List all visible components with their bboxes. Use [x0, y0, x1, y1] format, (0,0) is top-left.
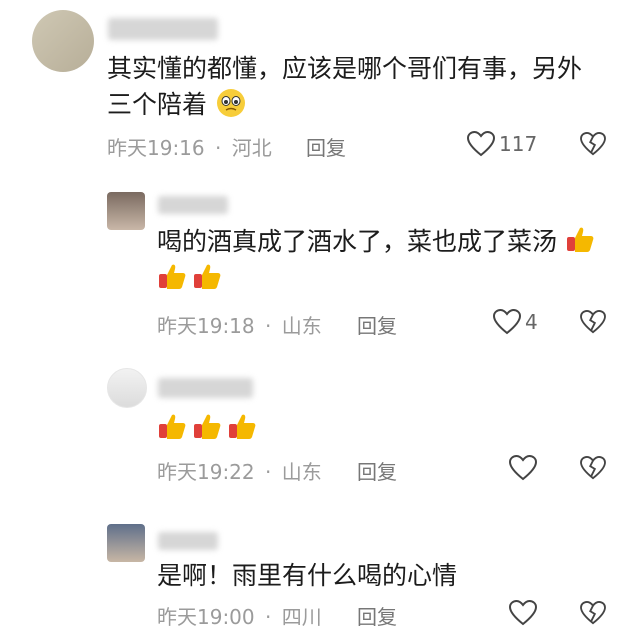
comment-time: 昨天19:18: [157, 314, 255, 338]
comment-time: 昨天19:00: [157, 605, 255, 629]
reply-button[interactable]: 回复: [357, 601, 397, 630]
like-count: 117: [499, 132, 538, 156]
like-button[interactable]: 4: [493, 309, 538, 335]
heart-icon: [509, 455, 537, 481]
dislike-button[interactable]: [580, 310, 606, 334]
reply-button[interactable]: 回复: [357, 456, 397, 485]
comment-time: 昨天19:22: [157, 460, 255, 484]
dislike-button[interactable]: [580, 456, 606, 480]
dislike-button[interactable]: [580, 132, 606, 156]
heart-icon: [493, 309, 521, 335]
broken-heart-icon: [580, 601, 606, 625]
comment-text: 喝的酒真成了酒水了，菜也成了菜汤: [157, 223, 595, 261]
comment-text: 是啊！雨里有什么喝的心情: [157, 561, 458, 590]
comment-meta: 昨天19:16 · 河北: [107, 132, 272, 161]
comment-text-line2: 三个陪着: [107, 90, 208, 119]
pleading-face-icon: [215, 87, 247, 119]
username-blurred[interactable]: [158, 378, 253, 398]
separator: ·: [265, 605, 272, 629]
comment-meta: 昨天19:22 · 山东: [157, 456, 322, 485]
like-count: 4: [525, 310, 538, 334]
dislike-button[interactable]: [580, 601, 606, 625]
avatar[interactable]: [32, 10, 94, 72]
thumbs-up-icon: [192, 412, 222, 442]
thumbs-up-icon: [227, 412, 257, 442]
username-blurred[interactable]: [158, 196, 228, 214]
comment-location: 四川: [281, 605, 322, 629]
comment-meta: 昨天19:00 · 四川: [157, 601, 322, 630]
avatar[interactable]: [107, 368, 147, 408]
avatar[interactable]: [107, 524, 145, 562]
comment-time: 昨天19:16: [107, 136, 205, 160]
username-blurred[interactable]: [108, 18, 218, 40]
reply-button[interactable]: 回复: [357, 310, 397, 339]
thumbs-up-icon: [565, 225, 595, 255]
username-blurred[interactable]: [158, 532, 218, 550]
emoji-row: [157, 412, 257, 446]
comment-location: 山东: [281, 314, 322, 338]
comment-text-line1: 喝的酒真成了酒水了，菜也成了菜汤: [157, 227, 558, 256]
comment-location: 河北: [231, 136, 272, 160]
comment-text: 其实懂的都懂，应该是哪个哥们有事，另外: [107, 54, 583, 83]
separator: ·: [215, 136, 222, 160]
comment-meta: 昨天19:18 · 山东: [157, 310, 322, 339]
reply-button[interactable]: 回复: [306, 132, 346, 161]
thumbs-up-icon: [192, 262, 222, 292]
separator: ·: [265, 460, 272, 484]
thumbs-up-icon: [157, 262, 187, 292]
like-button[interactable]: [509, 455, 537, 481]
like-button[interactable]: [509, 600, 537, 626]
heart-icon: [467, 131, 495, 157]
broken-heart-icon: [580, 456, 606, 480]
comment-text: 三个陪着: [107, 86, 247, 124]
avatar[interactable]: [107, 192, 145, 230]
thumbs-up-icon: [157, 412, 187, 442]
heart-icon: [509, 600, 537, 626]
comment-location: 山东: [281, 460, 322, 484]
like-button[interactable]: 117: [467, 131, 537, 157]
broken-heart-icon: [580, 132, 606, 156]
separator: ·: [265, 314, 272, 338]
broken-heart-icon: [580, 310, 606, 334]
emoji-row: [157, 262, 222, 296]
